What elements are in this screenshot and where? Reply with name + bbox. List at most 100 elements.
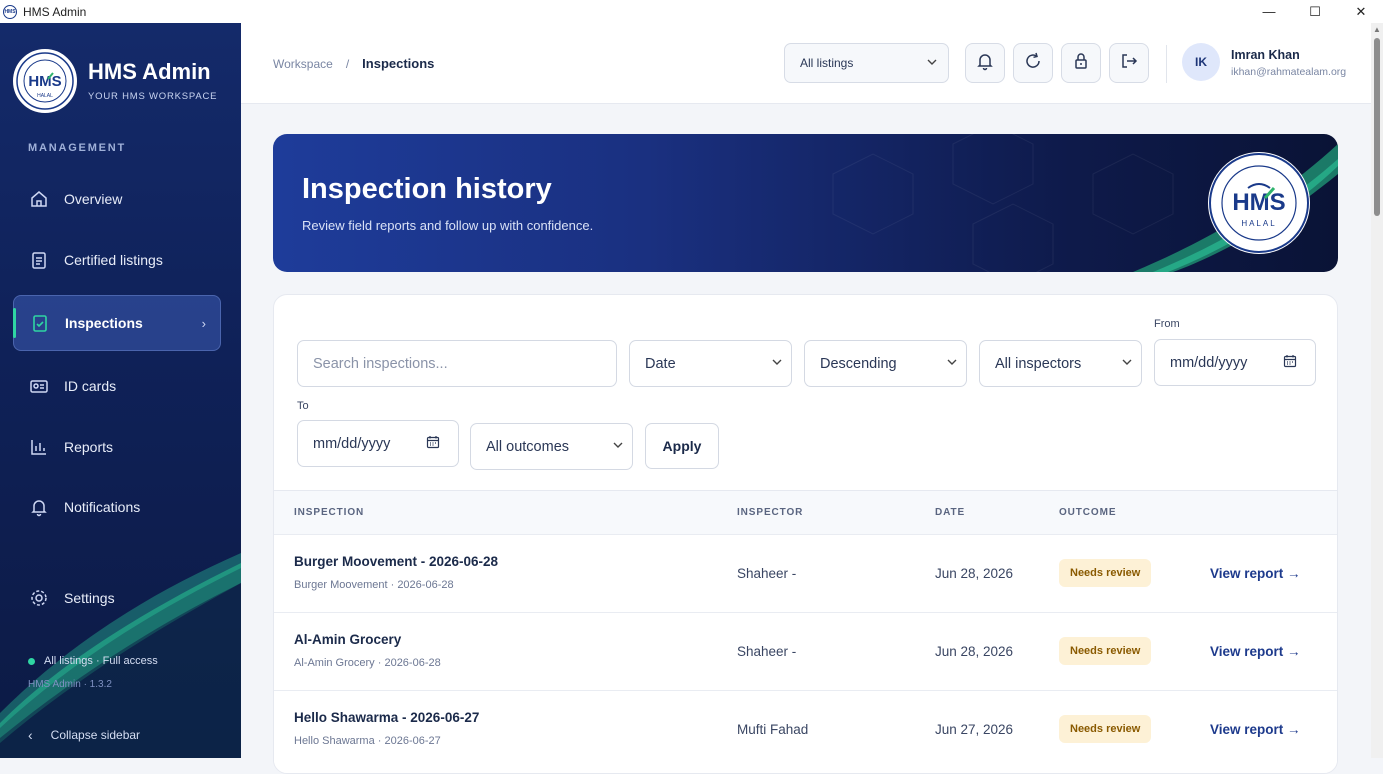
inspector-select[interactable]: All inspectors <box>979 340 1142 387</box>
sidebar-item-label: ID cards <box>64 378 117 394</box>
inspection-subtitle: Burger Moovement · 2026-06-28 <box>294 579 454 591</box>
breadcrumb-workspace[interactable]: Workspace <box>273 57 333 71</box>
clipboard-icon <box>28 249 50 271</box>
table-row[interactable]: Al-Amin Grocery Al-Amin Grocery · 2026-0… <box>274 612 1337 690</box>
home-icon <box>28 188 50 210</box>
sidebar-item-inspections[interactable]: Inspections › <box>13 295 221 351</box>
close-window-button[interactable]: ✕ <box>1338 0 1383 23</box>
view-report-link[interactable]: View report → <box>1210 566 1301 581</box>
table-header: INSPECTION INSPECTOR DATE OUTCOME <box>274 490 1337 534</box>
table-row[interactable]: Hello Shawarma - 2026-06-27 Hello Shawar… <box>274 690 1337 768</box>
window-title: HMS Admin <box>23 4 87 19</box>
sort-order-value: Descending <box>820 355 897 372</box>
outcome-value: All outcomes <box>486 438 570 455</box>
sort-order-select[interactable]: Descending <box>804 340 967 387</box>
section-label-management: MANAGEMENT <box>28 142 127 154</box>
id-card-icon <box>28 375 50 397</box>
refresh-button[interactable] <box>1013 43 1053 83</box>
maximize-button[interactable]: ☐ <box>1292 0 1338 23</box>
inspector-name: Shaheer - <box>737 644 797 659</box>
collapse-sidebar-button[interactable]: ‹ Collapse sidebar <box>28 727 140 743</box>
logout-button[interactable] <box>1109 43 1149 83</box>
column-header-inspection: INSPECTION <box>294 507 365 518</box>
to-date-input[interactable]: mm/dd/yyyy <box>297 420 459 467</box>
to-date-placeholder: mm/dd/yyyy <box>313 435 391 452</box>
page-title: Inspection history <box>302 173 552 205</box>
inspector-name: Shaheer - <box>737 566 797 581</box>
status-dot <box>28 657 35 665</box>
sidebar-item-certified-listings[interactable]: Certified listings <box>13 232 221 288</box>
divider <box>1166 45 1167 83</box>
chevron-down-icon <box>1121 356 1133 372</box>
logout-icon <box>1119 51 1139 76</box>
from-date-input[interactable]: mm/dd/yyyy <box>1154 339 1316 386</box>
sidebar-item-label: Reports <box>64 439 114 455</box>
inspection-title: Burger Moovement - 2026-06-28 <box>294 554 499 569</box>
hms-halal-seal: HMS HALAL <box>1208 152 1310 254</box>
hms-halal-logo: HMS HALAL <box>13 49 77 113</box>
listing-select-value: All listings <box>800 56 854 70</box>
hero-banner: Inspection history Review field reports … <box>273 134 1338 272</box>
app-version: HMS Admin · 1.3.2 <box>28 679 112 690</box>
active-indicator <box>13 308 16 338</box>
scroll-up-icon[interactable]: ▲ <box>1373 25 1381 34</box>
svg-text:HALAL: HALAL <box>1241 219 1276 228</box>
inspection-subtitle: Hello Shawarma · 2026-06-27 <box>294 735 441 747</box>
chevron-down-icon <box>612 439 624 455</box>
avatar[interactable]: IK <box>1182 43 1220 81</box>
status-badge: Needs review <box>1059 559 1152 587</box>
to-date-label: To <box>297 400 309 412</box>
bell-icon <box>28 496 50 518</box>
inspection-title: Hello Shawarma - 2026-06-27 <box>294 710 480 725</box>
sidebar-item-label: Certified listings <box>64 252 163 268</box>
status-badge: Needs review <box>1059 715 1152 743</box>
breadcrumb: Workspace / Inspections <box>273 56 434 71</box>
sidebar-item-reports[interactable]: Reports <box>13 419 221 475</box>
outcome-select[interactable]: All outcomes <box>470 423 633 470</box>
apply-button[interactable]: Apply <box>645 423 719 469</box>
lock-button[interactable] <box>1061 43 1101 83</box>
chevron-down-icon <box>926 56 938 71</box>
calendar-icon[interactable] <box>1283 354 1297 372</box>
inspection-date: Jun 28, 2026 <box>935 644 1014 659</box>
view-report-link[interactable]: View report → <box>1210 722 1301 737</box>
minimize-button[interactable]: — <box>1246 0 1292 23</box>
refresh-icon <box>1023 51 1043 76</box>
bar-chart-icon <box>28 436 50 458</box>
search-input[interactable]: Search inspections... <box>297 340 617 387</box>
sidebar-item-notifications[interactable]: Notifications <box>13 479 221 535</box>
sort-field-select[interactable]: Date <box>629 340 792 387</box>
column-header-inspector: INSPECTOR <box>737 507 804 518</box>
notifications-button[interactable] <box>965 43 1005 83</box>
table-row[interactable]: Burger Moovement - 2026-06-28 Burger Moo… <box>274 534 1337 612</box>
gear-icon <box>28 587 50 609</box>
column-header-date: DATE <box>935 507 966 518</box>
breadcrumb-separator: / <box>345 56 350 71</box>
clipboard-check-icon <box>29 312 51 334</box>
from-date-label: From <box>1154 318 1180 330</box>
inspection-date: Jun 28, 2026 <box>935 566 1014 581</box>
app-logo-icon: HMS <box>3 4 17 19</box>
listing-select[interactable]: All listings <box>784 43 949 83</box>
sidebar-item-id-cards[interactable]: ID cards <box>13 358 221 414</box>
sidebar-item-label: Overview <box>64 191 123 207</box>
collapse-sidebar-label: Collapse sidebar <box>50 728 141 742</box>
access-status: All listings · Full access <box>28 655 158 667</box>
view-report-link[interactable]: View report → <box>1210 644 1301 659</box>
sidebar-item-overview[interactable]: Overview <box>13 171 221 227</box>
chevron-right-icon: › <box>201 315 206 331</box>
access-status-text: All listings · Full access <box>44 655 158 667</box>
inspector-name: Mufti Fahad <box>737 722 809 737</box>
from-date-placeholder: mm/dd/yyyy <box>1170 354 1248 371</box>
user-name: Imran Khan <box>1231 48 1300 62</box>
chevron-left-icon: ‹ <box>28 727 33 743</box>
svg-text:HMS: HMS <box>28 73 61 90</box>
svg-text:HALAL: HALAL <box>37 93 53 99</box>
sidebar-item-label: Settings <box>64 590 115 606</box>
scrollbar-thumb[interactable] <box>1374 38 1380 216</box>
column-header-outcome: OUTCOME <box>1059 507 1117 518</box>
sidebar-item-settings[interactable]: Settings <box>13 570 221 626</box>
calendar-icon[interactable] <box>426 435 440 453</box>
page-scrollbar[interactable]: ▲ <box>1371 23 1383 758</box>
inspection-title: Al-Amin Grocery <box>294 632 402 647</box>
